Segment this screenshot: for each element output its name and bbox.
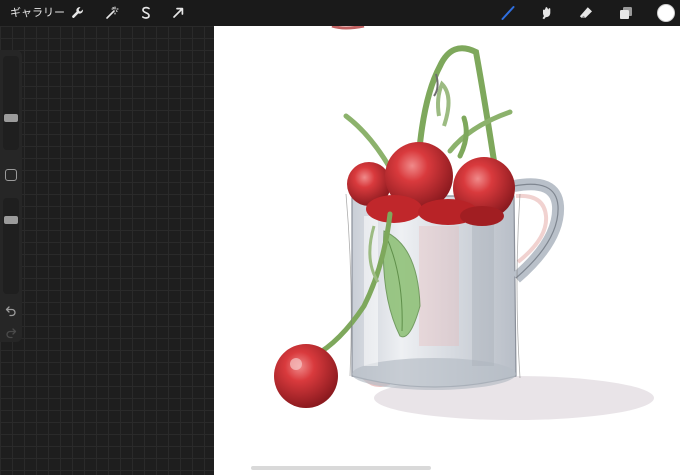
selection-s-icon[interactable] xyxy=(136,3,156,23)
opacity-thumb[interactable] xyxy=(4,216,18,224)
home-indicator xyxy=(251,466,431,470)
left-sidebar xyxy=(0,50,22,342)
layers-icon[interactable] xyxy=(616,3,636,23)
wrench-icon[interactable] xyxy=(68,3,88,23)
top-toolbar: ギャラリー xyxy=(0,0,680,26)
color-icon[interactable] xyxy=(657,4,675,22)
brush-icon[interactable] xyxy=(498,3,518,23)
undo-icon[interactable] xyxy=(3,304,19,318)
cherry-mug-artwork xyxy=(274,26,654,420)
gallery-button[interactable]: ギャラリー xyxy=(10,4,65,22)
transform-arrow-icon[interactable] xyxy=(168,3,188,23)
modifier-button[interactable] xyxy=(5,169,17,181)
smudge-icon[interactable] xyxy=(537,3,557,23)
magic-wand-icon[interactable] xyxy=(102,3,122,23)
brush-size-thumb[interactable] xyxy=(4,114,18,122)
eraser-icon[interactable] xyxy=(576,3,596,23)
drawing-canvas[interactable] xyxy=(214,26,680,475)
redo-icon[interactable] xyxy=(3,326,19,340)
brush-size-slider[interactable] xyxy=(3,56,19,150)
opacity-slider[interactable] xyxy=(3,198,19,294)
